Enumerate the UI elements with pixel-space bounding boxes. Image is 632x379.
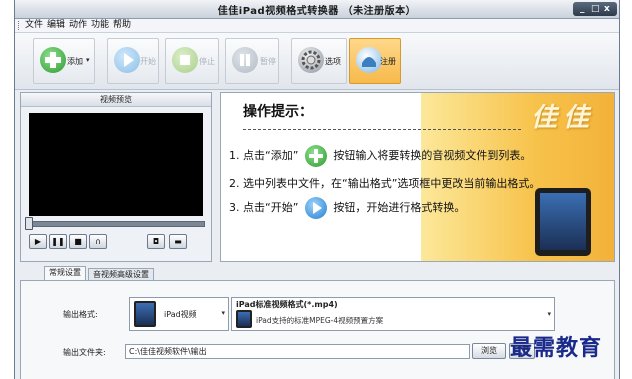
options-button[interactable]: 选项	[291, 38, 347, 84]
seek-slider[interactable]	[29, 221, 205, 227]
play-button[interactable]: ▶	[29, 234, 47, 249]
menu-file[interactable]: 文件	[25, 20, 43, 31]
tip-1-suffix: 按钮输入将要转换的音视频文件到列表。	[333, 149, 532, 162]
output-folder-input[interactable]: C:\佳佳视频软件\输出	[125, 344, 470, 359]
maximize-button[interactable]: □	[591, 2, 600, 16]
add-dropdown-icon: ▾	[86, 56, 90, 64]
menu-help[interactable]: 帮助	[113, 20, 131, 31]
preview-title: 视频预览	[21, 93, 211, 107]
pause-playback-button[interactable]: ❚❚	[49, 234, 67, 249]
title-bar: 佳佳iPad视频格式转换器 （未注册版本） _ □ x	[15, 0, 619, 19]
seek-handle[interactable]	[25, 217, 33, 230]
device-value: iPad视频	[164, 310, 197, 319]
tip-line-3: 3. 点击“开始” 按钮，开始进行格式转换。	[229, 197, 465, 219]
ipad-image	[535, 188, 591, 256]
tip-line-2: 2. 选中列表中文件，在“输出格式”选项框中更改当前输出格式。	[229, 177, 541, 190]
watermark: 最需教育	[510, 336, 603, 361]
tips-title: 操作提示：	[243, 104, 313, 120]
start-label: 开始	[140, 57, 156, 66]
video-screen	[29, 113, 203, 216]
format-select[interactable]: iPad标准视频格式(*.mp4) iPad支持的标准MPEG-4视频预置方案 …	[231, 297, 555, 331]
register-button[interactable]: 注册	[349, 38, 401, 84]
stop-label: 停止	[199, 57, 215, 66]
menu-edit[interactable]: 编辑	[47, 20, 65, 31]
menu-function[interactable]: 功能	[91, 20, 109, 31]
chevron-down-icon: ▾	[221, 309, 225, 317]
video-preview-panel: 视频预览 ▶ ❚❚ ■ ∩ ◘ ▬	[20, 92, 212, 262]
add-button[interactable]: 添加 ▾	[33, 38, 95, 84]
tip-3-prefix: 3. 点击“开始”	[229, 201, 299, 214]
add-label: 添加	[67, 57, 83, 66]
menu-action[interactable]: 动作	[69, 20, 87, 31]
settings-tabs: 常规设置 音视频高级设置	[20, 266, 613, 281]
format-name: iPad标准视频格式(*.mp4)	[236, 300, 338, 309]
snapshot-button[interactable]: ◘	[147, 234, 165, 249]
tips-panel: 佳佳 操作提示： 1. 点击“添加” 按钮输入将要转换的音视频文件到列表。 2.…	[220, 92, 615, 262]
add-icon	[40, 47, 66, 73]
folder-button[interactable]: ▬	[169, 234, 187, 249]
tip-3-suffix: 按钮，开始进行格式转换。	[333, 201, 466, 214]
device-select[interactable]: iPad视频 ▾	[129, 297, 229, 331]
app-window: 佳佳iPad视频格式转换器 （未注册版本） _ □ x 文件 编辑 动作 功能 …	[14, 0, 620, 379]
stop-button[interactable]: 停止	[165, 38, 219, 84]
tip-line-1: 1. 点击“添加” 按钮输入将要转换的音视频文件到列表。	[229, 145, 531, 167]
output-format-label: 输出格式:	[63, 310, 98, 319]
menu-bar: 文件 编辑 动作 功能 帮助	[15, 19, 619, 33]
register-label: 注册	[380, 57, 396, 66]
brand-logo-text: 佳佳	[531, 103, 596, 133]
gear-icon	[298, 47, 324, 73]
ipad-device-icon	[134, 301, 156, 327]
start-icon	[114, 47, 140, 73]
window-controls: _ □ x	[573, 2, 617, 16]
start-button[interactable]: 开始	[107, 38, 159, 84]
pause-icon	[232, 47, 258, 73]
format-description: iPad支持的标准MPEG-4视频预置方案	[256, 316, 384, 325]
volume-button[interactable]: ∩	[89, 234, 107, 249]
format-device-icon	[236, 310, 252, 328]
options-label: 选项	[325, 57, 341, 66]
tips-divider	[243, 129, 521, 130]
stop-playback-button[interactable]: ■	[69, 234, 87, 249]
menu-grip	[18, 21, 21, 30]
browse-button[interactable]: 浏览	[472, 343, 506, 359]
window-title: 佳佳iPad视频格式转换器 （未注册版本）	[217, 6, 417, 17]
close-button[interactable]: x	[604, 2, 610, 16]
pause-label: 暂停	[260, 57, 276, 66]
chevron-down-icon: ▾	[547, 310, 551, 318]
register-icon	[356, 47, 382, 73]
add-icon	[304, 145, 327, 167]
tip-1-prefix: 1. 点击“添加”	[229, 149, 299, 162]
toolbar: 添加 ▾ 开始 停止 暂停 选项 注册	[15, 33, 619, 90]
stop-icon	[172, 47, 198, 73]
start-icon	[304, 197, 327, 219]
pause-button[interactable]: 暂停	[225, 38, 279, 84]
output-folder-label: 输出文件夹:	[63, 348, 106, 357]
tab-general-settings[interactable]: 常规设置	[44, 266, 86, 281]
minimize-button[interactable]: _	[580, 2, 585, 16]
